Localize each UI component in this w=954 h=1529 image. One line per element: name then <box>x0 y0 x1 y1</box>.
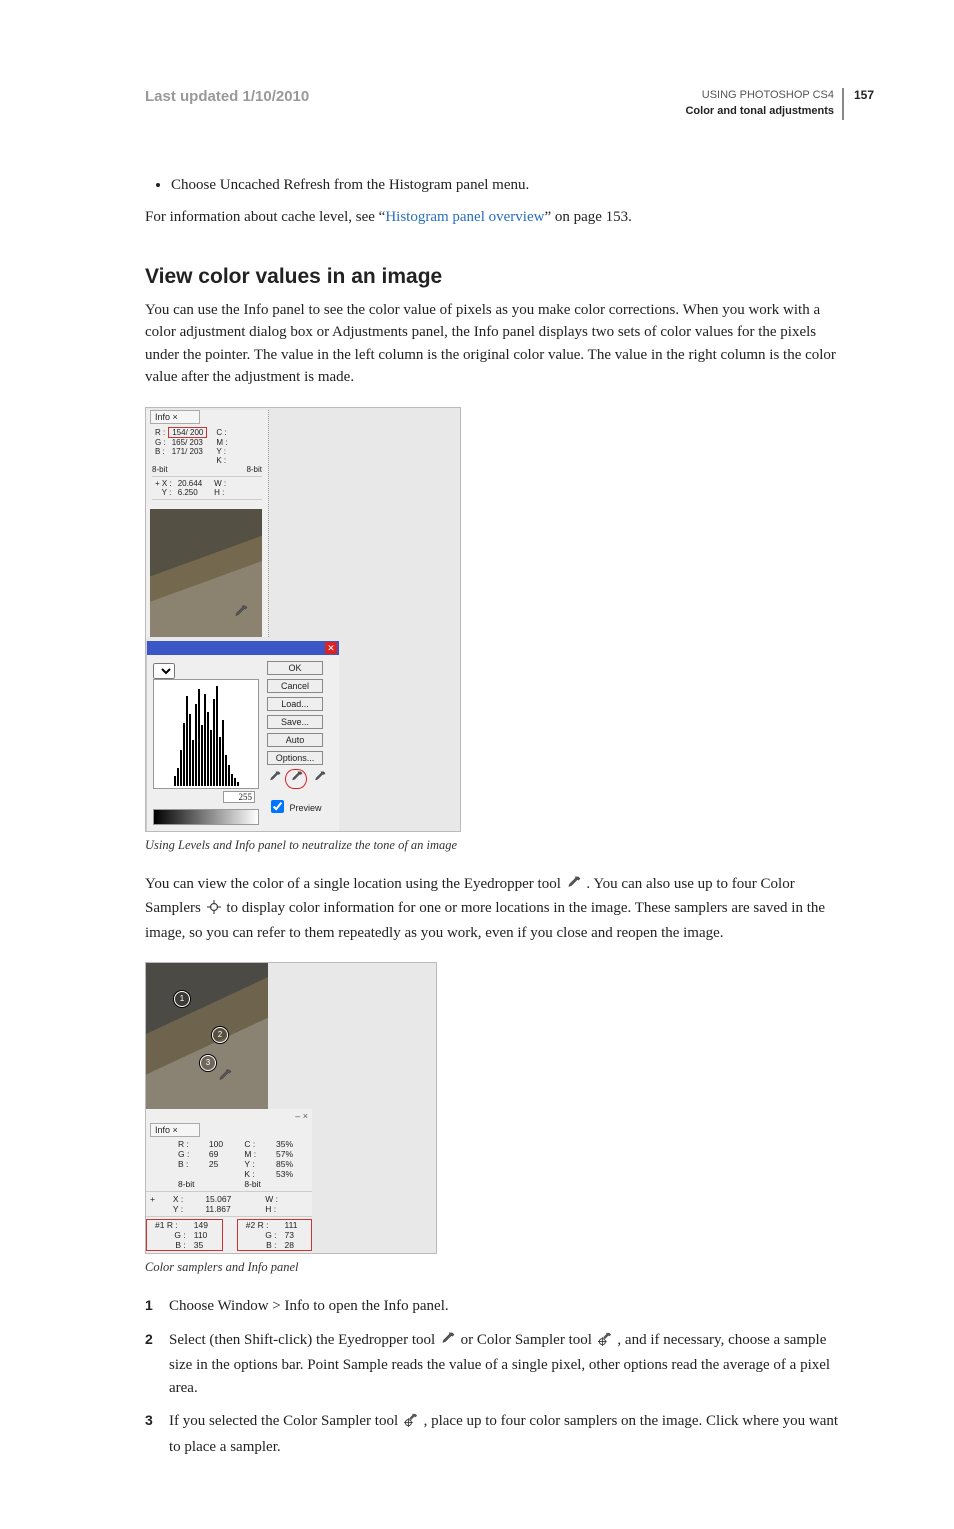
save-button[interactable]: Save... <box>267 715 323 729</box>
eyedropper-icon <box>441 1331 455 1354</box>
color-sampler-marker: 2 <box>212 1027 228 1043</box>
chapter-title: USING PHOTOSHOP CS4 <box>685 88 834 104</box>
color-sampler-icon <box>598 1331 612 1354</box>
cancel-button[interactable]: Cancel <box>267 679 323 693</box>
page-number: 157 <box>854 88 874 102</box>
info-panel-tab: Info × <box>150 410 200 424</box>
levels-input-highlight[interactable]: 255 <box>223 791 255 803</box>
body-paragraph: You can view the color of a single locat… <box>145 873 844 945</box>
last-updated: Last updated 1/10/2010 <box>145 88 309 105</box>
options-button[interactable]: Options... <box>267 751 323 765</box>
close-icon[interactable]: ✕ <box>325 642 337 654</box>
dialog-titlebar: ✕ <box>147 641 339 655</box>
eyedropper-black-icon[interactable] <box>269 771 281 783</box>
step-3: If you selected the Color Sampler tool ,… <box>145 1410 844 1459</box>
figure-caption: Using Levels and Info panel to neutraliz… <box>145 838 844 853</box>
link-histogram-overview[interactable]: Histogram panel overview <box>385 209 544 225</box>
eyedropper-icon <box>218 1069 232 1083</box>
color-sampler-icon <box>404 1412 418 1435</box>
histogram <box>153 679 259 789</box>
figure-color-samplers: 1 2 3 – × Info × R :100C :35% G :69M :57… <box>145 962 844 1275</box>
running-header: USING PHOTOSHOP CS4 Color and tonal adju… <box>685 88 844 120</box>
eyedropper-gray-icon <box>291 771 303 783</box>
step-2: Select (then Shift-click) the Eyedropper… <box>145 1329 844 1401</box>
auto-button[interactable]: Auto <box>267 733 323 747</box>
panel-controls[interactable]: – × <box>146 1111 312 1121</box>
color-sampler-marker: 1 <box>174 991 190 1007</box>
step-1: Choose Window > Info to open the Info pa… <box>145 1295 844 1318</box>
section-title: Color and tonal adjustments <box>685 104 834 120</box>
bullet-item: Choose Uncached Refresh from the Histogr… <box>171 174 844 197</box>
eyedropper-icon <box>234 605 248 619</box>
color-sampler-marker: 3 <box>200 1055 216 1071</box>
eyedropper-gray-selected[interactable] <box>285 769 307 789</box>
body-paragraph: For information about cache level, see “… <box>145 206 844 229</box>
target-icon <box>207 899 221 922</box>
channel-select[interactable] <box>153 663 175 679</box>
load-button[interactable]: Load... <box>267 697 323 711</box>
eyedropper-white-icon[interactable] <box>314 771 326 783</box>
heading-view-color-values: View color values in an image <box>145 265 844 289</box>
sample-photo: 1 2 3 <box>146 963 268 1109</box>
figure-caption: Color samplers and Info panel <box>145 1260 844 1275</box>
figure-levels-info: Info × R :154/ 200C : G :165/ 203M : B :… <box>145 407 844 853</box>
ok-button[interactable]: OK <box>267 661 323 675</box>
info-panel-tab: Info × <box>150 1123 200 1137</box>
sample-photo <box>150 509 262 637</box>
eyedropper-icon <box>567 875 581 898</box>
body-paragraph: You can use the Info panel to see the co… <box>145 299 844 389</box>
preview-checkbox[interactable]: Preview <box>267 797 332 816</box>
